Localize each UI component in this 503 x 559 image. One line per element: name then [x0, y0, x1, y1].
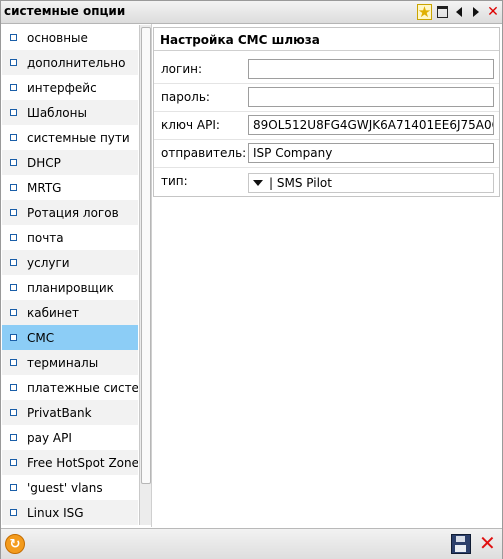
sidebar-scrollbar[interactable]: [139, 25, 151, 525]
sidebar-item-label: Free HotSpot Zone: [27, 455, 138, 470]
sidebar-item-label: услуги: [27, 255, 70, 270]
next-arrow-icon[interactable]: [469, 5, 483, 20]
bullet-icon: [10, 384, 17, 391]
sidebar-item-cabinet[interactable]: кабинет: [2, 300, 138, 325]
options-sidebar: основные дополнительно интерфейс Шаблоны…: [2, 25, 138, 525]
sidebar-item-label: интерфейс: [27, 80, 97, 95]
cancel-icon[interactable]: ✕: [479, 531, 496, 555]
title-bar: системные опции ★ ✕: [1, 1, 502, 24]
sender-label: отправитель:: [161, 146, 247, 160]
bottom-toolbar: ↻ ✕: [1, 528, 502, 559]
bullet-icon: [10, 134, 17, 141]
sidebar-item-interfeis[interactable]: интерфейс: [2, 75, 138, 100]
bullet-icon: [10, 234, 17, 241]
sidebar-item-sms[interactable]: СМС: [2, 325, 138, 350]
type-select[interactable]: | SMS Pilot: [248, 173, 494, 193]
bullet-icon: [10, 209, 17, 216]
panel-title: Настройка СМС шлюза: [160, 33, 320, 47]
sidebar-item-label: 'guest' vlans: [27, 480, 103, 495]
title-bar-icons: ★ ✕: [417, 4, 500, 20]
bullet-icon: [10, 59, 17, 66]
bullet-icon: [10, 509, 17, 516]
password-label: пароль:: [161, 90, 210, 104]
bullet-icon: [10, 334, 17, 341]
bullet-icon: [10, 159, 17, 166]
refresh-icon[interactable]: ↻: [5, 534, 25, 554]
bullet-icon: [10, 359, 17, 366]
bullet-icon: [10, 459, 17, 466]
bullet-icon: [10, 309, 17, 316]
sidebar-item-scheduler[interactable]: планировщик: [2, 275, 138, 300]
row-divider: [154, 139, 499, 140]
sidebar-item-services[interactable]: услуги: [2, 250, 138, 275]
star-icon[interactable]: ★: [417, 4, 432, 20]
sidebar-item-label: MRTG: [27, 180, 62, 195]
bullet-icon: [10, 184, 17, 191]
sidebar-item-label: платежные системы: [27, 380, 138, 395]
row-divider: [154, 83, 499, 84]
sidebar-item-label: Шаблоны: [27, 105, 87, 120]
scrollbar-thumb[interactable]: [141, 27, 151, 484]
api-key-field[interactable]: 89OL512U8FG4GWJK6A71401EE6J75A0C: [248, 115, 494, 135]
login-label: логин:: [161, 62, 203, 76]
sidebar-item-label: Ротация логов: [27, 205, 119, 220]
sidebar-item-payment-systems[interactable]: платежные системы: [2, 375, 138, 400]
prev-arrow-icon[interactable]: [452, 5, 466, 20]
sidebar-item-pay-api[interactable]: pay API: [2, 425, 138, 450]
sidebar-item-privatbank[interactable]: PrivatBank: [2, 400, 138, 425]
bullet-icon: [10, 409, 17, 416]
sidebar-item-label: PrivatBank: [27, 405, 92, 420]
api-key-label: ключ API:: [161, 118, 220, 132]
sidebar-item-label: СМС: [27, 330, 55, 345]
sidebar-item-shablony[interactable]: Шаблоны: [2, 100, 138, 125]
bullet-icon: [10, 259, 17, 266]
sidebar-item-guest-vlans[interactable]: 'guest' vlans: [2, 475, 138, 500]
sidebar-item-hotspot[interactable]: Free HotSpot Zone: [2, 450, 138, 475]
bullet-icon: [10, 484, 17, 491]
maximize-icon[interactable]: [435, 5, 449, 20]
sidebar-item-terminals[interactable]: терминалы: [2, 350, 138, 375]
bullet-icon: [10, 434, 17, 441]
sidebar-item-mail[interactable]: почта: [2, 225, 138, 250]
bullet-icon: [10, 34, 17, 41]
sidebar-item-log-rotation[interactable]: Ротация логов: [2, 200, 138, 225]
sidebar-item-label: терминалы: [27, 355, 99, 370]
options-window: системные опции ★ ✕ основные дополнитель…: [0, 0, 503, 559]
sidebar-item-label: DHCP: [27, 155, 61, 170]
type-label: тип:: [161, 174, 188, 188]
login-field[interactable]: [248, 59, 494, 79]
bullet-icon: [10, 109, 17, 116]
sidebar-item-linux-isg[interactable]: Linux ISG: [2, 500, 138, 525]
sidebar-item-label: почта: [27, 230, 64, 245]
chevron-down-icon: [253, 180, 263, 186]
window-title: системные опции: [4, 4, 126, 18]
sms-settings-panel: Настройка СМС шлюза логин: пароль: ключ …: [153, 27, 500, 197]
sidebar-item-label: дополнительно: [27, 55, 126, 70]
sidebar-item-mrtg[interactable]: MRTG: [2, 175, 138, 200]
row-divider: [154, 111, 499, 112]
type-select-value: | SMS Pilot: [269, 176, 332, 190]
sidebar-item-label: pay API: [27, 430, 72, 445]
sidebar-item-label: планировщик: [27, 280, 114, 295]
sidebar-item-system-paths[interactable]: системные пути: [2, 125, 138, 150]
sidebar-item-label: кабинет: [27, 305, 80, 320]
sidebar-item-label: Linux ISG: [27, 505, 84, 520]
sidebar-item-dopolnitelno[interactable]: дополнительно: [2, 50, 138, 75]
sidebar-item-osnovnye[interactable]: основные: [2, 25, 138, 50]
sidebar-item-dhcp[interactable]: DHCP: [2, 150, 138, 175]
pane-divider: [151, 24, 152, 527]
bullet-icon: [10, 84, 17, 91]
panel-divider: [154, 50, 499, 51]
sender-field[interactable]: ISP Company: [248, 143, 494, 163]
bullet-icon: [10, 284, 17, 291]
save-icon[interactable]: [451, 534, 471, 554]
close-icon[interactable]: ✕: [486, 4, 500, 20]
sidebar-item-label: основные: [27, 30, 88, 45]
sidebar-item-label: системные пути: [27, 130, 130, 145]
row-divider: [154, 167, 499, 168]
password-field[interactable]: [248, 87, 494, 107]
